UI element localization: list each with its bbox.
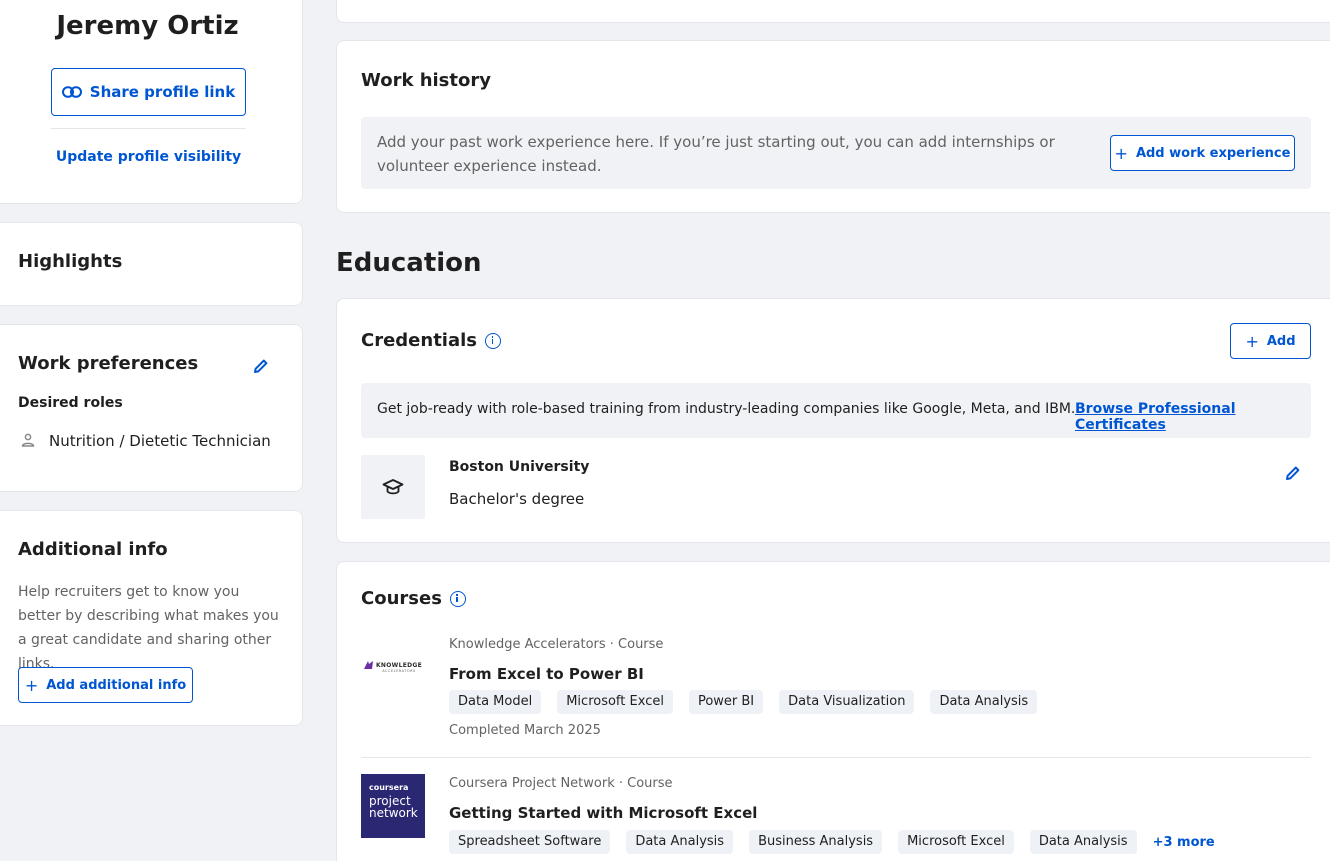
additional-info-title: Additional info [18,539,168,560]
browse-professional-certificates-link[interactable]: Browse Professional Certificates [1075,401,1311,433]
work-history-title: Work history [361,70,491,91]
professional-certificates-banner: Get job-ready with role-based training f… [361,383,1311,438]
credentials-card: Credentials + Add Get job-ready with rol… [336,298,1330,543]
person-icon [21,433,35,447]
share-profile-link-label: Share profile link [89,83,236,101]
plus-icon: + [1245,331,1259,351]
more-skills-link[interactable]: +3 more [1153,835,1215,850]
course-provider: Coursera Project Network · Course [449,776,673,791]
additional-info-description: Help recruiters get to know you better b… [18,584,279,672]
skill-chip: Data Analysis [930,690,1038,714]
divider [51,128,246,129]
course-name[interactable]: From Excel to Power BI [449,665,644,683]
info-icon[interactable] [449,590,466,607]
highlights-title: Highlights [18,251,123,272]
work-history-card: Work history Add your past work experien… [336,40,1330,213]
add-work-experience-button[interactable]: + Add work experience [1110,135,1295,171]
course-skills: Data Model Microsoft Excel Power BI Data… [449,690,1053,714]
add-credential-label: Add [1266,333,1296,349]
courses-title: Courses [361,588,442,609]
share-profile-link-button[interactable]: Share profile link [51,68,246,116]
skill-chip: Data Analysis [626,830,734,854]
plus-icon: + [1114,143,1128,163]
credentials-title: Credentials [361,330,478,351]
skill-chip: Spreadsheet Software [449,830,611,854]
credentials-title-row: Credentials [361,330,502,351]
add-additional-info-button[interactable]: + Add additional info [18,667,193,703]
highlights-card: Highlights [0,222,303,306]
add-credential-button[interactable]: + Add [1230,323,1311,359]
banner-text: Get job-ready with role-based training f… [377,401,1076,417]
graduation-cap-icon [382,479,404,495]
profile-name: Jeremy Ortiz [56,11,239,41]
skill-chip: Data Model [449,690,542,714]
work-history-banner: Add your past work experience here. If y… [361,117,1311,189]
desired-role: Nutrition / Dietetic Technician [49,432,271,450]
plus-icon: + [24,675,39,695]
course-skills: Spreadsheet Software Data Analysis Busin… [449,830,1215,854]
skill-chip: Data Visualization [779,690,915,714]
skill-chip: Microsoft Excel [898,830,1014,854]
edit-pencil-icon[interactable] [1285,465,1301,481]
coursera-project-network-logo: coursera project network [361,774,425,838]
courses-title-row: Courses [361,588,466,609]
skill-chip: Data Analysis [1029,830,1137,854]
additional-info-card: Additional info Help recruiters get to k… [0,510,303,726]
desired-roles-label: Desired roles [18,395,123,411]
course-completed-date: Completed March 2025 [449,723,601,738]
work-preferences-card: Work preferences Desired roles Nutrition… [0,324,303,492]
update-profile-visibility-link[interactable]: Update profile visibility [0,149,306,165]
course-name[interactable]: Getting Started with Microsoft Excel [449,804,757,822]
credential-degree: Bachelor's degree [449,490,585,508]
course-divider [361,757,1311,758]
info-icon[interactable] [485,332,502,349]
credential-logo [361,455,425,519]
logo-subtext: network [369,806,418,820]
link-icon [61,86,82,98]
logo-text: coursera [369,783,409,792]
work-preferences-title: Work preferences [18,353,199,374]
skill-chip: Microsoft Excel [557,690,673,714]
top-card-remnant [336,0,1330,23]
profile-card: Jeremy Ortiz Share profile link Update p… [0,0,303,204]
course-provider: Knowledge Accelerators · Course [449,637,664,652]
skill-chip: Power BI [688,690,764,714]
work-history-prompt: Add your past work experience here. If y… [377,133,1055,175]
logo-subtext: ACCELERATORS [382,669,416,673]
knowledge-accelerators-logo: KNOWLEDGE ACCELERATORS [361,635,425,699]
add-additional-info-label: Add additional info [46,677,187,693]
logo-text: KNOWLEDGE [375,661,422,669]
courses-card: Courses KNOWLEDGE ACCELERATORS Knowledge… [336,561,1330,861]
credential-school: Boston University [449,459,590,475]
education-heading: Education [336,248,482,278]
add-work-experience-label: Add work experience [1135,145,1291,161]
knowledge-logo-mark-icon [363,661,373,669]
edit-pencil-icon[interactable] [253,358,269,374]
skill-chip: Business Analysis [749,830,883,854]
